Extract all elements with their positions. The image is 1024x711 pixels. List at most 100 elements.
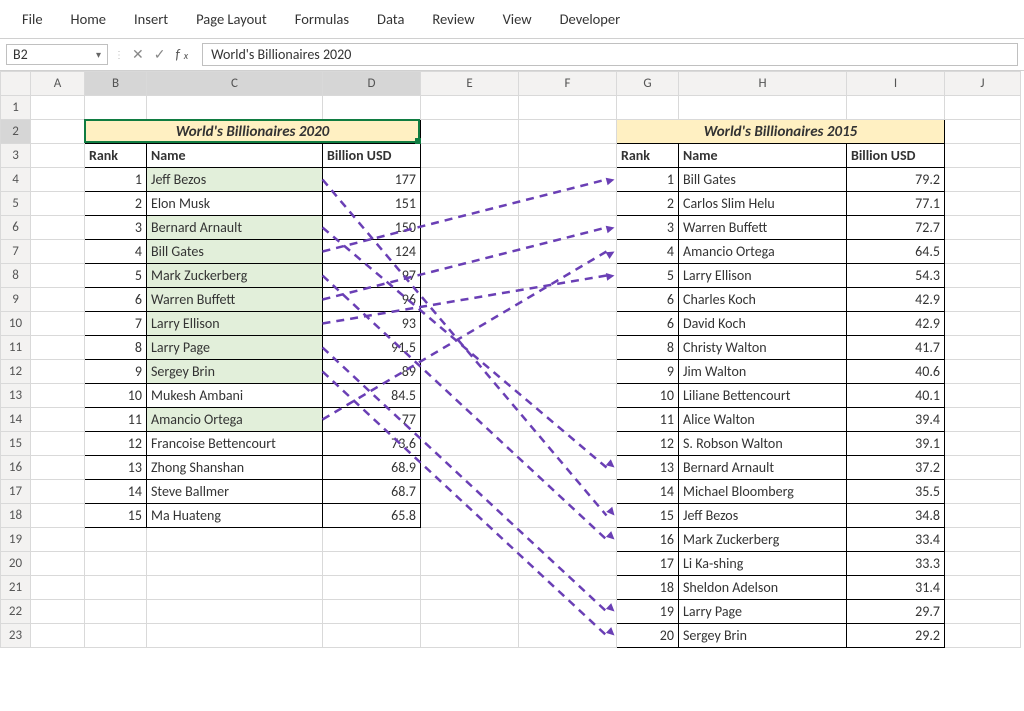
cell-F2[interactable] <box>519 120 617 144</box>
cell-D9[interactable]: 96 <box>323 288 421 312</box>
cell-D5[interactable]: 151 <box>323 192 421 216</box>
row-header-4[interactable]: 4 <box>1 168 31 192</box>
cell-F12[interactable] <box>519 360 617 384</box>
cell-C12[interactable]: Sergey Brin <box>147 360 323 384</box>
cell-J13[interactable] <box>945 384 1021 408</box>
cell-B4[interactable]: 1 <box>85 168 147 192</box>
cell-A4[interactable] <box>31 168 85 192</box>
cell-D21[interactable] <box>323 576 421 600</box>
cell-H12[interactable]: Jim Walton <box>679 360 847 384</box>
cell-B11[interactable]: 8 <box>85 336 147 360</box>
cell-J10[interactable] <box>945 312 1021 336</box>
col-header-G[interactable]: G <box>617 72 679 96</box>
cell-I3[interactable]: Billion USD <box>847 144 945 168</box>
ribbon-tab-review[interactable]: Review <box>418 4 488 34</box>
cell-G10[interactable]: 6 <box>617 312 679 336</box>
cell-C6[interactable]: Bernard Arnault <box>147 216 323 240</box>
cell-B12[interactable]: 9 <box>85 360 147 384</box>
cell-E1[interactable] <box>421 96 519 120</box>
cell-F3[interactable] <box>519 144 617 168</box>
ribbon-tab-developer[interactable]: Developer <box>546 4 635 34</box>
ribbon-tab-file[interactable]: File <box>8 4 57 34</box>
cell-B14[interactable]: 11 <box>85 408 147 432</box>
formula-input[interactable]: World's Billionaires 2020 <box>202 43 1018 66</box>
row-header-20[interactable]: 20 <box>1 552 31 576</box>
cell-A23[interactable] <box>31 624 85 648</box>
cell-G8[interactable]: 5 <box>617 264 679 288</box>
cell-G11[interactable]: 8 <box>617 336 679 360</box>
cell-A11[interactable] <box>31 336 85 360</box>
cell-A17[interactable] <box>31 480 85 504</box>
cell-A18[interactable] <box>31 504 85 528</box>
cell-F16[interactable] <box>519 456 617 480</box>
cell-E3[interactable] <box>421 144 519 168</box>
cell-H13[interactable]: Liliane Bettencourt <box>679 384 847 408</box>
cell-B21[interactable] <box>85 576 147 600</box>
cell-F21[interactable] <box>519 576 617 600</box>
cell-J23[interactable] <box>945 624 1021 648</box>
cell-F10[interactable] <box>519 312 617 336</box>
cell-H8[interactable]: Larry Ellison <box>679 264 847 288</box>
cell-J2[interactable] <box>945 120 1021 144</box>
cell-C18[interactable]: Ma Huateng <box>147 504 323 528</box>
cell-D7[interactable]: 124 <box>323 240 421 264</box>
cell-E12[interactable] <box>421 360 519 384</box>
cell-A14[interactable] <box>31 408 85 432</box>
cell-A7[interactable] <box>31 240 85 264</box>
cell-A21[interactable] <box>31 576 85 600</box>
cell-I6[interactable]: 72.7 <box>847 216 945 240</box>
cell-J6[interactable] <box>945 216 1021 240</box>
cell-I15[interactable]: 39.1 <box>847 432 945 456</box>
spreadsheet-grid[interactable]: ABCDEFGHIJ12World's Billionaires 2020Wor… <box>0 71 1024 648</box>
cell-I13[interactable]: 40.1 <box>847 384 945 408</box>
cell-H5[interactable]: Carlos Slim Helu <box>679 192 847 216</box>
cell-I8[interactable]: 54.3 <box>847 264 945 288</box>
cell-J7[interactable] <box>945 240 1021 264</box>
select-all-corner[interactable] <box>1 72 31 96</box>
cell-B6[interactable]: 3 <box>85 216 147 240</box>
cell-J14[interactable] <box>945 408 1021 432</box>
cell-G15[interactable]: 12 <box>617 432 679 456</box>
cell-B13[interactable]: 10 <box>85 384 147 408</box>
cell-D20[interactable] <box>323 552 421 576</box>
cell-H6[interactable]: Warren Buffett <box>679 216 847 240</box>
cell-J21[interactable] <box>945 576 1021 600</box>
cell-I22[interactable]: 29.7 <box>847 600 945 624</box>
cell-G7[interactable]: 4 <box>617 240 679 264</box>
cell-D15[interactable]: 73.6 <box>323 432 421 456</box>
cell-H3[interactable]: Name <box>679 144 847 168</box>
cell-F19[interactable] <box>519 528 617 552</box>
cell-F8[interactable] <box>519 264 617 288</box>
row-header-6[interactable]: 6 <box>1 216 31 240</box>
cell-B18[interactable]: 15 <box>85 504 147 528</box>
cell-H10[interactable]: David Koch <box>679 312 847 336</box>
row-header-2[interactable]: 2 <box>1 120 31 144</box>
cell-J4[interactable] <box>945 168 1021 192</box>
cell-J9[interactable] <box>945 288 1021 312</box>
cell-C17[interactable]: Steve Ballmer <box>147 480 323 504</box>
cell-J18[interactable] <box>945 504 1021 528</box>
cell-B10[interactable]: 7 <box>85 312 147 336</box>
cell-D13[interactable]: 84.5 <box>323 384 421 408</box>
cell-B3[interactable]: Rank <box>85 144 147 168</box>
cell-E9[interactable] <box>421 288 519 312</box>
cell-F5[interactable] <box>519 192 617 216</box>
cell-A9[interactable] <box>31 288 85 312</box>
cell-I4[interactable]: 79.2 <box>847 168 945 192</box>
cell-D4[interactable]: 177 <box>323 168 421 192</box>
cell-H4[interactable]: Bill Gates <box>679 168 847 192</box>
ribbon-tab-home[interactable]: Home <box>57 4 120 34</box>
cell-D22[interactable] <box>323 600 421 624</box>
cell-C21[interactable] <box>147 576 323 600</box>
cell-J12[interactable] <box>945 360 1021 384</box>
cell-E6[interactable] <box>421 216 519 240</box>
cell-G9[interactable]: 6 <box>617 288 679 312</box>
cell-D16[interactable]: 68.9 <box>323 456 421 480</box>
cell-F14[interactable] <box>519 408 617 432</box>
cell-H17[interactable]: Michael Bloomberg <box>679 480 847 504</box>
cell-E22[interactable] <box>421 600 519 624</box>
row-header-5[interactable]: 5 <box>1 192 31 216</box>
ribbon-tab-page-layout[interactable]: Page Layout <box>182 4 281 34</box>
accept-icon[interactable]: ✓ <box>150 46 170 63</box>
cell-A6[interactable] <box>31 216 85 240</box>
